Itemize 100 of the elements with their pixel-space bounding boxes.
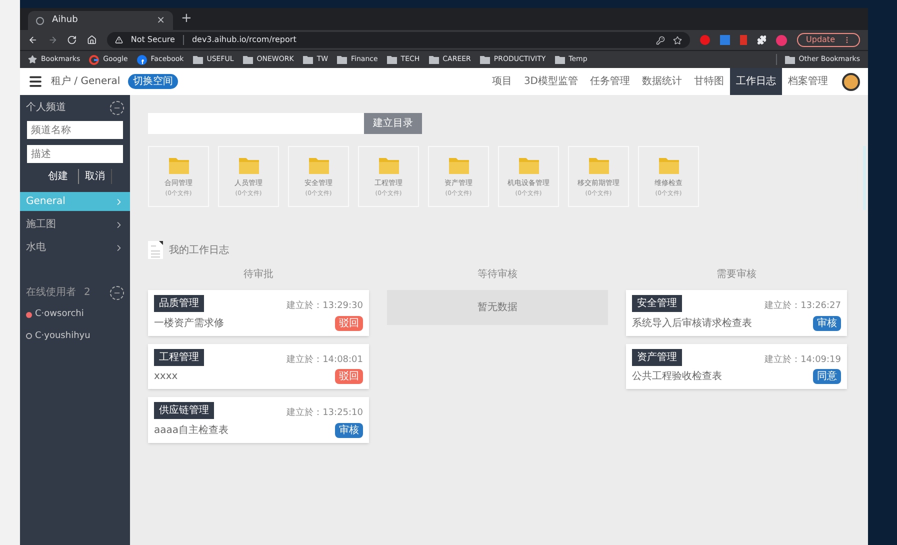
- folder-icon: [658, 157, 678, 174]
- warning-icon: [114, 36, 123, 44]
- work-log-title: 我的工作日志: [169, 244, 229, 258]
- status-badge: 驳回: [335, 316, 363, 330]
- folder-icon: [480, 56, 490, 64]
- home-icon[interactable]: [87, 35, 97, 45]
- log-card[interactable]: 资产管理 建立於：14:09:19 公共工程验收检查表 同意: [626, 344, 847, 389]
- status-badge: 审核: [335, 422, 363, 438]
- url-text: dev3.aihub.io/rcom/report: [192, 34, 298, 46]
- directory-name-field[interactable]: [148, 113, 364, 134]
- document-icon: [148, 241, 163, 259]
- user-avatar[interactable]: [842, 72, 860, 90]
- created-time: 建立於：14:09:19: [764, 354, 841, 366]
- column-title: 需要审核: [716, 268, 758, 282]
- channel-item[interactable]: 施工图: [20, 215, 130, 234]
- create-button[interactable]: 创建: [38, 169, 79, 184]
- log-card[interactable]: 品质管理 建立於：13:29:30 一楼资产需求修 驳回: [148, 290, 369, 336]
- status-badge: 审核: [813, 316, 841, 330]
- create-directory-button[interactable]: 建立目录: [364, 113, 422, 134]
- nav-tab[interactable]: 项目: [486, 68, 518, 95]
- address-bar[interactable]: Not Secure dev3.aihub.io/rcom/report: [106, 32, 690, 48]
- category-tag: 品质管理: [154, 295, 204, 312]
- user-name[interactable]: C·youshihyu: [35, 330, 90, 343]
- tab-title: Aihub: [52, 14, 79, 27]
- log-description: 一楼资产需求修: [154, 316, 224, 330]
- folder-icon: [588, 157, 608, 174]
- folder-icon: [428, 56, 439, 64]
- cancel-button[interactable]: 取消: [79, 169, 112, 184]
- folder-icon: [554, 56, 565, 64]
- empty-state: 暂无数据: [387, 290, 608, 325]
- folder-icon: [308, 157, 328, 174]
- collapse-icon[interactable]: [110, 286, 124, 300]
- extension-icon[interactable]: [700, 35, 710, 45]
- column-title: 待审批: [242, 268, 274, 282]
- nav-tab[interactable]: 档案管理: [782, 68, 834, 95]
- status-badge: 驳回: [335, 369, 363, 384]
- facebook-icon: [136, 54, 147, 64]
- profile-avatar[interactable]: [776, 34, 788, 46]
- nav-tab[interactable]: 任务管理: [584, 68, 636, 95]
- bookmark-icon[interactable]: [740, 35, 747, 45]
- user-name[interactable]: C·owsorchi: [35, 308, 84, 322]
- category-tag: 资产管理: [632, 348, 682, 366]
- created-time: 建立於：13:29:30: [286, 300, 363, 313]
- folder-icon: [386, 56, 397, 64]
- status-badge: 同意: [813, 369, 841, 384]
- description-field[interactable]: 描述: [27, 145, 123, 163]
- online-count: 2: [84, 286, 90, 300]
- nav-tab[interactable]: 数据统计: [636, 68, 688, 95]
- close-icon[interactable]: ×: [156, 13, 165, 28]
- log-description: xxxx: [154, 370, 178, 384]
- nav-tab[interactable]: 工作日志: [730, 68, 782, 95]
- key-icon[interactable]: [656, 36, 666, 44]
- menu-icon[interactable]: [28, 74, 43, 89]
- channel-label: 水电: [26, 240, 46, 255]
- space-badge[interactable]: 切换空间: [128, 74, 178, 89]
- category-tag: 工程管理: [154, 348, 204, 366]
- folder-icon: [337, 56, 348, 64]
- nav-tab[interactable]: 3D模型监管: [518, 68, 584, 95]
- puzzle-icon[interactable]: [756, 35, 766, 45]
- created-time: 建立於：13:26:27: [764, 300, 841, 313]
- log-card[interactable]: 供应链管理 建立於：13:25:10 aaaa自主检查表 审核: [148, 397, 369, 442]
- log-description: aaaa自主检查表: [154, 424, 229, 438]
- google-icon: [89, 54, 100, 64]
- created-time: 建立於：13:25:10: [286, 407, 363, 420]
- category-tag: 供应链管理: [154, 402, 214, 419]
- globe-icon: [36, 16, 44, 24]
- folder-icon: [192, 56, 203, 64]
- star-icon: [28, 55, 37, 64]
- new-tab-button[interactable]: +: [181, 8, 192, 30]
- channel-item[interactable]: 水电: [20, 238, 130, 257]
- breadcrumb: 租户 / General: [51, 74, 120, 89]
- folder-icon: [168, 157, 188, 174]
- channel-label: 施工图: [26, 218, 56, 232]
- folder-icon: [784, 56, 795, 64]
- channel-name-field[interactable]: 频道名称: [27, 121, 123, 139]
- reload-icon[interactable]: [67, 35, 78, 45]
- collapse-icon[interactable]: [110, 100, 124, 114]
- log-card[interactable]: 工程管理 建立於：14:08:01 xxxx 驳回: [148, 344, 369, 389]
- folder-icon: [448, 157, 468, 174]
- channel-label: General: [26, 195, 66, 209]
- folder-icon: [242, 56, 253, 64]
- folder-icon: [302, 56, 313, 64]
- sidebar-title: 个人频道: [26, 100, 66, 115]
- star-icon[interactable]: [673, 36, 682, 44]
- security-label: Not Secure: [130, 34, 175, 46]
- category-tag: 安全管理: [632, 295, 682, 312]
- folder-icon: [378, 157, 398, 174]
- log-description: 公共工程验收检查表: [632, 370, 722, 384]
- log-card[interactable]: 安全管理 建立於：13:26:27 系统导入后审核请求检查表 审核: [626, 290, 847, 336]
- folder-icon: [238, 157, 258, 174]
- back-icon[interactable]: [28, 35, 38, 45]
- forward-icon[interactable]: [48, 35, 58, 45]
- nav-tab[interactable]: 甘特图: [688, 68, 730, 95]
- column-title: 等待审核: [476, 268, 518, 282]
- folder-icon: [518, 157, 538, 174]
- browser-tab[interactable]: Aihub ×: [28, 11, 173, 30]
- online-title: 在线使用者: [26, 286, 76, 300]
- created-time: 建立於：14:08:01: [286, 354, 363, 366]
- log-description: 系统导入后审核请求检查表: [632, 316, 752, 330]
- update-button[interactable]: Update: [797, 33, 860, 47]
